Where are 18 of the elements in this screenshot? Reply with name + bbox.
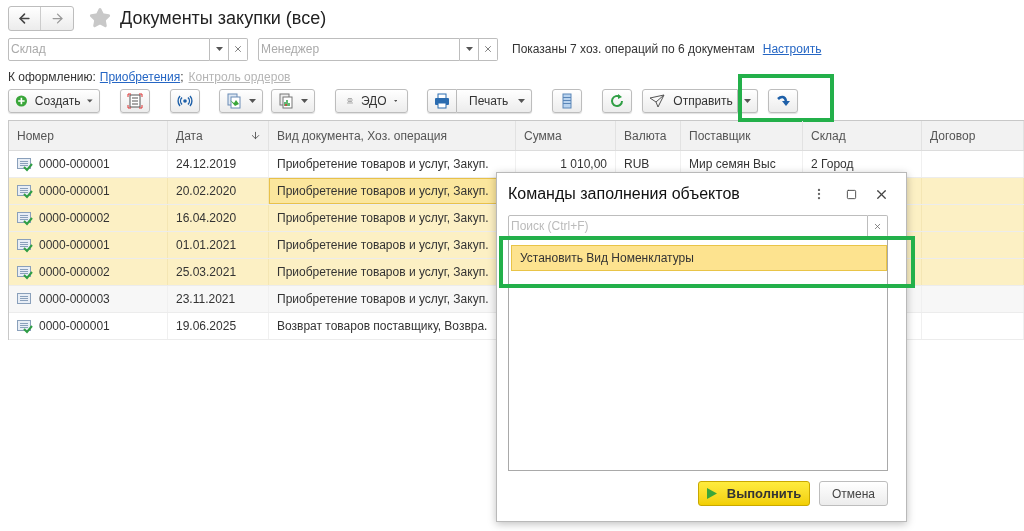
table-cell: 24.12.2019 <box>168 151 269 177</box>
table-cell: 0000-000002 <box>9 205 168 231</box>
table-cell: 01.01.2021 <box>168 232 269 258</box>
table-cell: 0000-000001 <box>9 151 168 177</box>
table-cell: 0000-000001 <box>9 313 168 339</box>
separator-text: ; <box>180 69 184 86</box>
table-cell: 19.06.2025 <box>168 313 269 339</box>
page-title: Документы закупки (все) <box>120 6 327 30</box>
table-cell: 0000-000003 <box>9 286 168 312</box>
table-cell: 23.11.2021 <box>168 286 269 312</box>
table-cell: 0000-000001 <box>9 178 168 204</box>
to-process-label: К оформлению: <box>8 69 96 86</box>
dialog-title: Команды заполнения объектов <box>508 184 741 204</box>
table-cell: 25.03.2021 <box>168 259 269 285</box>
table-cell: 0000-000002 <box>9 259 168 285</box>
table-cell: 0000-000001 <box>9 232 168 258</box>
summary-text: Показаны 7 хоз. операций по 6 документам <box>512 41 755 58</box>
table-cell: 16.04.2020 <box>168 205 269 231</box>
